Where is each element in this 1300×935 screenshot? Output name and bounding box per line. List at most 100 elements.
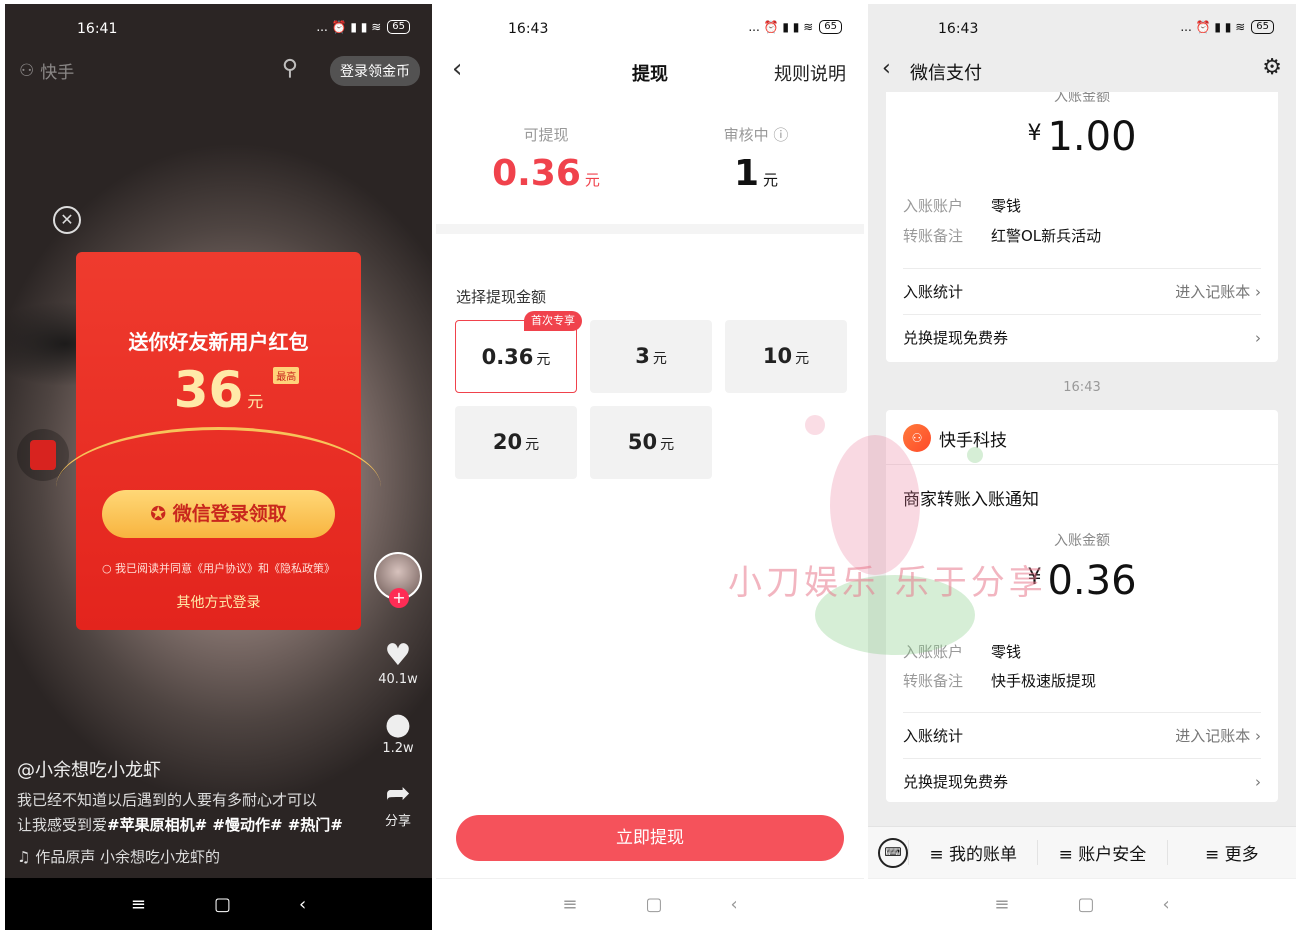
divider [886, 464, 1278, 465]
rules-link[interactable]: 规则说明 [774, 60, 846, 86]
withdraw-button[interactable]: 立即提现 [456, 815, 844, 861]
status-time: 16:41 [77, 21, 118, 37]
app-logo[interactable]: ⚇ 快手 [19, 58, 75, 84]
menu-nav-icon[interactable]: ≡ [562, 894, 577, 915]
login-coins-button[interactable]: 登录领金币 [330, 56, 420, 86]
status-time: 16:43 [938, 21, 979, 37]
stats-row[interactable]: 入账统计 进入记账本 › [903, 268, 1261, 314]
close-icon[interactable]: ✕ [53, 206, 81, 234]
follow-plus-icon[interactable]: + [389, 588, 409, 608]
share-icon[interactable]: ➦ [372, 778, 424, 810]
back-nav-icon[interactable]: ‹ [730, 894, 737, 915]
choose-amount-label: 选择提现金额 [456, 288, 547, 306]
comment-icon[interactable]: ● [372, 709, 424, 741]
page-header: ‹ 微信支付 ⚙ [868, 50, 1296, 92]
coupon-label: 兑换提现免费券 [903, 329, 1009, 347]
home-nav-icon[interactable]: ▢ [1077, 894, 1094, 915]
notice-title: 商家转账入账通知 [903, 490, 1039, 510]
post-username[interactable]: @小余想吃小龙虾 [17, 756, 352, 782]
amount-option[interactable]: 20 元 [455, 406, 577, 479]
amount-option[interactable]: 0.36 元 首次专享 [455, 311, 582, 393]
keyboard-icon[interactable]: ⌨ [878, 837, 908, 868]
amount-option[interactable]: 50 元 [590, 406, 712, 479]
home-nav-icon[interactable]: ▢ [645, 894, 662, 915]
back-nav-icon[interactable]: ‹ [1162, 894, 1169, 915]
security-menu[interactable]: ≡ 账户安全 [1037, 840, 1166, 865]
amount-option[interactable]: 10 元 [725, 320, 847, 393]
comment-count: 1.2w [382, 741, 414, 756]
music-info[interactable]: ♫ 作品原声 小余想吃小龙虾的 [17, 846, 352, 867]
note-label: 转账备注 [903, 672, 964, 690]
app-name: 快手 [40, 63, 75, 83]
wechat-login-button[interactable]: ✪ 微信登录领取 [102, 490, 335, 538]
merchant-header[interactable]: ⚇ 快手科技 [903, 424, 1007, 452]
gear-icon[interactable]: ⚙ [1262, 55, 1282, 80]
watermark-text: 小刀娱乐 乐于分享 [728, 563, 1047, 603]
account-value: 零钱 [991, 197, 1022, 215]
section-divider [436, 224, 864, 234]
back-icon[interactable]: ‹ [882, 56, 891, 81]
wechat-icon: ✪ [150, 503, 173, 525]
amount-value: 3 [635, 344, 650, 368]
home-nav-icon[interactable]: ▢ [214, 894, 231, 915]
bottom-menu: ⌨ ≡ 我的账单 ≡ 账户安全 ≡ 更多 [868, 826, 1296, 878]
help-icon[interactable]: ⓘ [773, 126, 788, 144]
chevron-right-icon: › [1255, 329, 1261, 347]
heart-icon[interactable]: ♥ [372, 640, 424, 672]
back-nav-icon[interactable]: ‹ [299, 894, 306, 915]
kuaishou-logo-icon: ⚇ [903, 424, 931, 452]
amount-value: 10 [762, 344, 793, 368]
stats-label: 入账统计 [903, 283, 964, 301]
amount-unit: 元 [795, 351, 810, 367]
side-actions: + ♥ 40.1w ● 1.2w ➦ 分享 [372, 552, 424, 829]
chevron-right-icon: › [1255, 727, 1261, 745]
share-label: 分享 [384, 814, 411, 829]
coupon-row[interactable]: 兑换提现免费券 › [903, 758, 1261, 804]
page-title: 微信支付 [910, 63, 982, 84]
red-packet-divider [56, 427, 381, 487]
stats-link-label: 进入记账本 [1175, 727, 1251, 745]
search-icon[interactable]: ⚲ [282, 56, 298, 81]
more-menu[interactable]: ≡ 更多 [1166, 840, 1296, 865]
hashtags[interactable]: #苹果原相机# #慢动作# #热门# [107, 816, 343, 834]
reviewing-value: 1 [733, 153, 760, 194]
transfer-card: 入账金额 ¥1.00 入账账户 零钱 转账备注 红警OL新兵活动 入账统计 进入记账本… [886, 80, 1278, 362]
amount-value: 1.00 [1047, 114, 1137, 160]
amount-wrap: ¥1.00 [886, 114, 1278, 160]
stats-link[interactable]: 进入记账本 › [1175, 269, 1261, 315]
battery-icon: 65 [819, 20, 842, 34]
bills-menu[interactable]: ≡ 我的账单 [908, 840, 1037, 865]
menu-nav-icon[interactable]: ≡ [131, 894, 146, 915]
author-avatar[interactable]: + [374, 552, 422, 608]
amount-value: 0.36 [481, 345, 534, 369]
red-packet-title: 送你好友新用户红包 [128, 330, 309, 354]
desc-line-1: 我已经不知道以后遇到的人要有多耐心才可以 [17, 791, 318, 809]
first-time-badge: 首次专享 [524, 311, 582, 331]
amount-unit: 元 [660, 437, 675, 453]
wechat-login-label: 微信登录领取 [172, 503, 287, 525]
chevron-right-icon: › [1255, 773, 1261, 791]
stats-row[interactable]: 入账统计 进入记账本 › [903, 712, 1261, 758]
amount-unit: 元 [536, 352, 551, 368]
agreement-checkbox[interactable]: ○ 我已阅读并同意《用户协议》和《隐私政策》 [76, 560, 361, 576]
desc-line-2: 让我感受到爱#苹果原相机# #慢动作# #热门# [17, 813, 352, 838]
status-icons: ... ⏰ ▮ ▮ ≋ 65 [1180, 20, 1274, 34]
stats-link-label: 进入记账本 [1175, 283, 1251, 301]
other-login-link[interactable]: 其他方式登录 [76, 592, 361, 612]
coupon-row[interactable]: 兑换提现免费券 › [903, 314, 1261, 360]
note-value: 快手极速版提现 [991, 672, 1097, 690]
signal-icons: ... ⏰ ▮ ▮ ≋ [1180, 20, 1246, 34]
menu-nav-icon[interactable]: ≡ [994, 894, 1009, 915]
stats-link[interactable]: 进入记账本 › [1175, 713, 1261, 759]
red-packet-amount: 36 [173, 361, 244, 419]
reviewing-label: 审核中 [723, 126, 769, 144]
status-bar: 16:41 ... ⏰ ▮ ▮ ≋ 65 [5, 4, 432, 50]
currency-symbol: ¥ [1027, 121, 1042, 146]
battery-icon: 65 [1251, 20, 1274, 34]
note-label: 转账备注 [903, 227, 964, 245]
available-value-wrap: 0.36 元 [456, 153, 636, 194]
system-nav-bar: ≡ ▢ ‹ [436, 878, 864, 930]
desc-line-2-text: 让我感受到爱 [17, 816, 108, 834]
amount-option[interactable]: 3元 [590, 320, 712, 393]
music-label: 作品原声 小余想吃小龙虾的 [35, 848, 220, 866]
